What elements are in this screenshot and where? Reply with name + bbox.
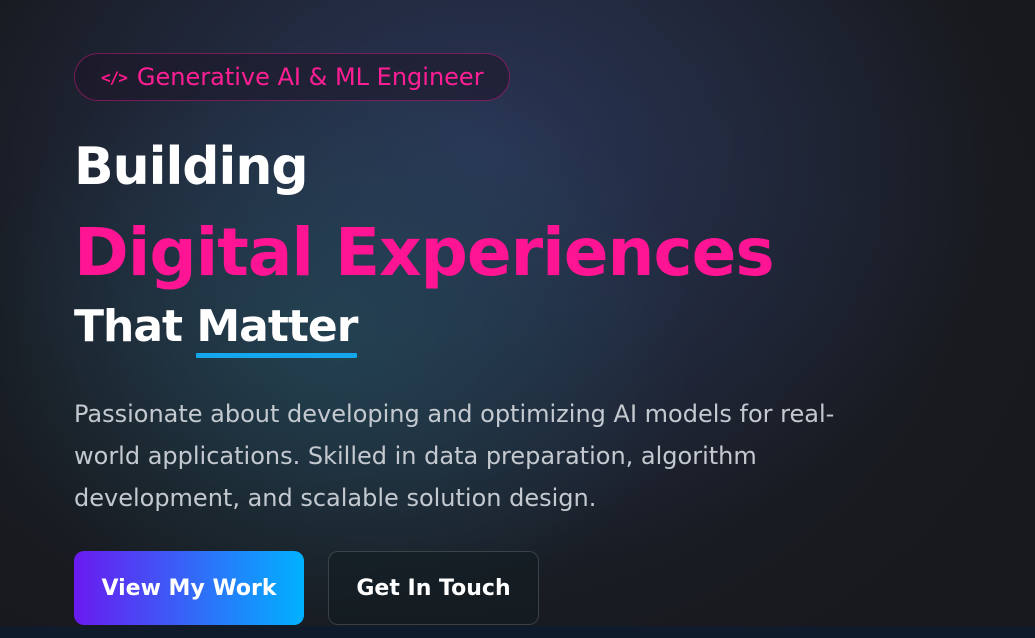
code-icon: </> [101, 67, 128, 87]
headline-line-1: Building [74, 137, 309, 197]
headline-line-3: That Matter [74, 301, 358, 358]
view-my-work-label: View My Work [101, 575, 277, 601]
headline-highlight-word: Matter [196, 301, 358, 358]
highlight-underline [196, 353, 358, 358]
bottom-divider [0, 626, 1035, 638]
get-in-touch-button[interactable]: Get In Touch [328, 551, 539, 625]
headline-line-3-prefix: That [74, 301, 197, 352]
headline-highlight-text: Matter [196, 301, 358, 352]
role-badge: </> Generative AI & ML Engineer [74, 53, 510, 101]
headline-line-2: Digital Experiences [74, 214, 775, 291]
hero-description: Passionate about developing and optimizi… [74, 400, 835, 512]
role-badge-label: Generative AI & ML Engineer [136, 63, 484, 91]
hero-section: </> Generative AI & ML Engineer Building… [0, 0, 1035, 638]
view-my-work-button[interactable]: View My Work [74, 551, 304, 625]
get-in-touch-label: Get In Touch [356, 575, 511, 601]
